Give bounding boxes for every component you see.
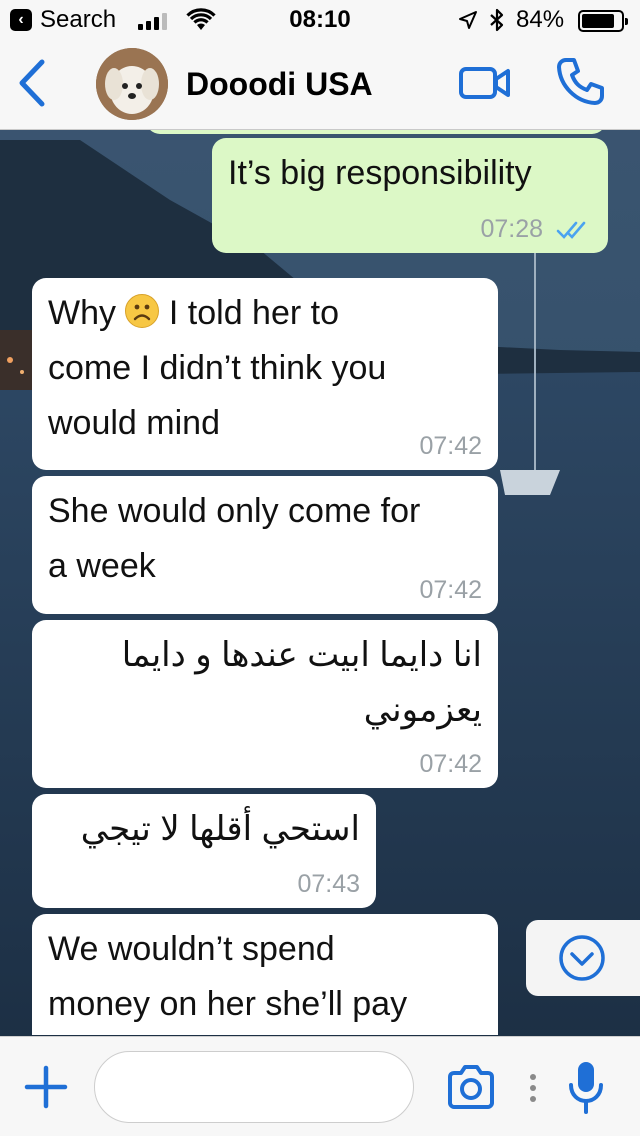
message-time: 07:42 <box>419 432 482 460</box>
bluetooth-icon <box>490 8 504 32</box>
contact-avatar[interactable] <box>96 48 168 120</box>
message-text-part: Why <box>48 294 126 332</box>
scroll-to-bottom-button[interactable] <box>526 920 640 996</box>
battery-icon <box>578 10 628 32</box>
message-bubble-incoming[interactable]: Why I told her to come I didn’t think yo… <box>32 278 498 470</box>
message-bubble-incoming[interactable]: انا دايما ابيت عندها و دايما يعزموني 07:… <box>32 620 498 788</box>
camera-icon[interactable] <box>446 1065 496 1109</box>
video-call-icon[interactable] <box>458 64 512 102</box>
location-arrow-icon <box>459 11 477 29</box>
message-time: 07:28 <box>480 215 544 243</box>
attach-plus-icon[interactable] <box>24 1065 68 1109</box>
previous-message-fragment <box>146 130 606 134</box>
phone-call-icon[interactable] <box>556 56 606 106</box>
message-time: 07:42 <box>419 750 482 778</box>
contact-name[interactable]: Dooodi USA <box>186 66 373 103</box>
message-text: She would only come for a week <box>48 492 421 585</box>
message-list[interactable]: It’s big responsibility 07:28 Why I told… <box>0 130 640 1035</box>
chevron-down-circle-icon <box>559 935 605 981</box>
message-bubble-incoming[interactable]: She would only come for a week 07:42 <box>32 476 498 614</box>
message-bubble-incoming[interactable]: We wouldn’t spend money on her she’ll pa… <box>32 914 498 1035</box>
frowning-face-icon <box>125 294 160 328</box>
back-chevron-icon[interactable] <box>14 58 48 108</box>
chat-header: Dooodi USA <box>0 40 640 130</box>
microphone-icon[interactable] <box>566 1059 606 1117</box>
message-input[interactable] <box>94 1051 414 1123</box>
message-text: Why I told her to come I didn’t think yo… <box>48 286 482 451</box>
message-text: انا دايما ابيت عندها و دايما يعزموني <box>121 636 482 729</box>
status-bar: ‹ Search 08:10 84% <box>0 0 640 40</box>
compose-bar <box>0 1036 640 1136</box>
more-options-dots-icon[interactable] <box>528 1073 538 1103</box>
message-text: It’s big responsibility <box>228 154 532 192</box>
message-text: استحي أقلها لا تيجي <box>80 810 360 848</box>
battery-percent: 84% <box>516 6 565 33</box>
message-bubble-outgoing[interactable]: It’s big responsibility 07:28 <box>212 138 608 253</box>
message-time: 07:43 <box>297 870 360 898</box>
message-bubble-incoming[interactable]: استحي أقلها لا تيجي 07:43 <box>32 794 376 908</box>
message-meta: 07:28 <box>480 215 592 243</box>
dog-avatar-icon <box>96 48 168 120</box>
message-time: 07:42 <box>419 576 482 604</box>
read-receipt-icon <box>556 222 586 240</box>
top-bar: ‹ Search 08:10 84% Dooodi USA <box>0 0 640 130</box>
message-text: We wouldn’t spend money on her she’ll pa… <box>48 930 408 1023</box>
